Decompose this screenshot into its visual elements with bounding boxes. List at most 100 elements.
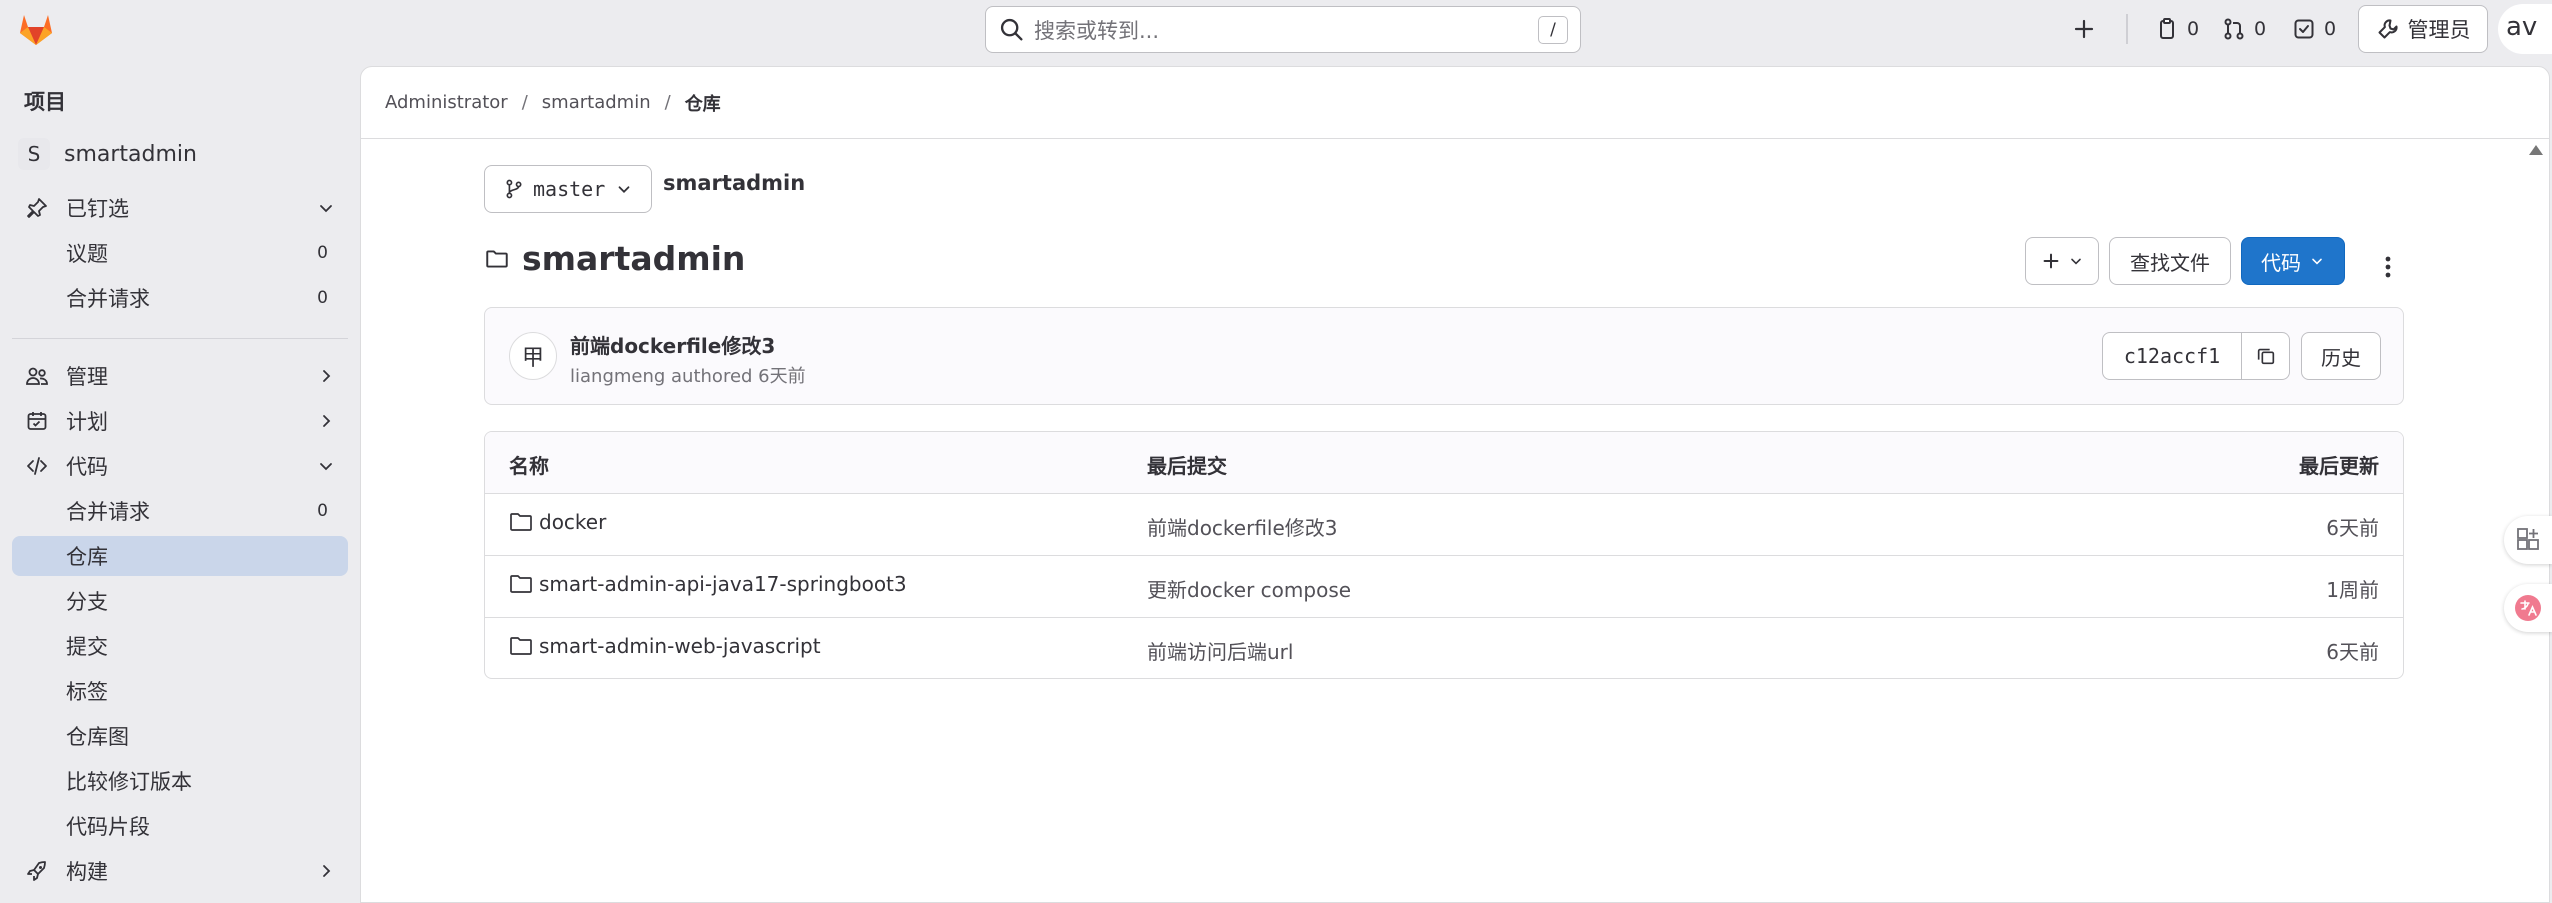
merge-request-icon: [2224, 18, 2244, 40]
commit-author-meta: liangmeng authored 6天前: [570, 366, 806, 387]
sidebar-item-compare-revisions[interactable]: 比较修订版本: [12, 761, 348, 801]
column-header-last-commit: 最后提交: [1147, 454, 1227, 478]
more-actions-button[interactable]: [2371, 247, 2405, 287]
commit-author-avatar[interactable]: 甲: [509, 332, 557, 380]
user-avatar[interactable]: av: [2498, 4, 2552, 54]
table-row: smart-admin-api-java17-springboot3 更新doc…: [485, 556, 2403, 618]
file-tree-header: 名称 最后提交 最后更新: [485, 432, 2403, 494]
admin-area-button[interactable]: 管理员: [2358, 5, 2488, 53]
sidebar-item-plan[interactable]: 计划: [12, 401, 348, 441]
sidebar-item-pinned[interactable]: 已钉选: [12, 188, 348, 228]
sidebar-item-label: 代码片段: [66, 815, 150, 839]
issues-button[interactable]: 0: [2155, 8, 2199, 50]
breadcrumb-item-project[interactable]: smartadmin: [542, 92, 651, 113]
sidebar-item-snippets[interactable]: 代码片段: [12, 806, 348, 846]
file-last-commit-link[interactable]: 更新docker compose: [1147, 574, 1351, 603]
copy-icon: [2257, 348, 2274, 365]
file-name-link[interactable]: smart-admin-web-javascript: [509, 634, 821, 658]
sidebar-item-label: 合并请求: [66, 500, 150, 524]
todos-button[interactable]: 0: [2292, 8, 2336, 50]
sidebar-item-label: 构建: [66, 860, 108, 884]
sidebar-heading: 项目: [24, 90, 66, 114]
breadcrumb-item-current[interactable]: 仓库: [685, 90, 721, 116]
code-dropdown-label: 代码: [2261, 250, 2301, 275]
file-last-update: 1周前: [2326, 578, 2379, 602]
code-dropdown-button[interactable]: 代码: [2241, 237, 2345, 285]
sidebar-item-manage[interactable]: 管理: [12, 356, 348, 396]
sidebar-item-count: 0: [317, 288, 328, 308]
file-last-commit-link[interactable]: 前端dockerfile修改3: [1147, 512, 1338, 541]
scrollbar-up-arrow[interactable]: [2529, 145, 2543, 155]
code-icon: [27, 457, 47, 475]
chevron-down-icon: [2312, 258, 2322, 265]
find-file-button[interactable]: 查找文件: [2109, 237, 2231, 285]
sidebar-item-repository[interactable]: 仓库: [12, 536, 348, 576]
admin-area-label: 管理员: [2407, 18, 2471, 42]
commit-sha-group: c12accf1: [2102, 332, 2290, 380]
todos-count: 0: [2324, 18, 2337, 40]
calendar-icon: [27, 412, 47, 430]
table-row: smart-admin-web-javascript 前端访问后端url 6天前: [485, 618, 2403, 678]
file-last-commit-link[interactable]: 前端访问后端url: [1147, 636, 1293, 665]
merge-requests-button[interactable]: 0: [2222, 8, 2266, 50]
sidebar-item-label: 仓库图: [66, 725, 129, 749]
repo-path-link[interactable]: smartadmin: [663, 171, 805, 195]
page-title-text: smartadmin: [522, 239, 746, 278]
folder-icon: [510, 575, 532, 593]
plus-icon: [2074, 19, 2094, 39]
create-new-button[interactable]: [2072, 8, 2096, 50]
search-input[interactable]: 搜索或转到... /: [985, 6, 1581, 53]
sidebar-item-code[interactable]: 代码: [12, 446, 348, 486]
search-icon: [1000, 18, 1023, 40]
branch-name: master: [533, 177, 606, 201]
sidebar-item-issues[interactable]: 议题 0: [12, 233, 348, 273]
sidebar-project-link[interactable]: S smartadmin: [18, 136, 197, 172]
folder-icon: [486, 249, 508, 268]
copy-sha-button[interactable]: [2242, 332, 2290, 380]
sidebar-item-branches[interactable]: 分支: [12, 581, 348, 621]
history-button[interactable]: 历史: [2301, 332, 2381, 380]
sidebar-item-label: 标签: [66, 680, 108, 704]
sidebar-item-tags[interactable]: 标签: [12, 671, 348, 711]
page-title: smartadmin: [484, 239, 745, 278]
sidebar-item-build[interactable]: 构建: [12, 851, 348, 891]
chevron-down-icon: [2071, 258, 2081, 265]
wrench-icon: [2378, 19, 2398, 39]
sidebar-item-repository-graph[interactable]: 仓库图: [12, 716, 348, 756]
sidebar-item-commits[interactable]: 提交: [12, 626, 348, 666]
file-last-update: 6天前: [2326, 640, 2379, 664]
commit-sha-link[interactable]: c12accf1: [2102, 332, 2242, 380]
add-to-tree-button[interactable]: [2025, 237, 2099, 285]
branch-selector[interactable]: master: [484, 165, 652, 213]
last-commit-panel: 甲 前端dockerfile修改3 liangmeng authored 6天前…: [484, 307, 2404, 405]
issues-count: 0: [2187, 18, 2200, 40]
floating-apps-button[interactable]: [2504, 516, 2552, 564]
project-name: smartadmin: [64, 141, 197, 167]
kebab-menu-icon: [2385, 256, 2391, 278]
branch-icon: [506, 179, 522, 199]
gitlab-logo-icon[interactable]: [16, 9, 56, 49]
search-placeholder: 搜索或转到...: [1034, 18, 1160, 43]
sidebar-item-label: 代码: [66, 455, 108, 479]
chevron-down-icon: [618, 186, 630, 193]
users-icon: [26, 367, 48, 385]
chevron-right-icon: [323, 370, 331, 382]
sidebar-divider: [12, 338, 348, 339]
search-shortcut-key: /: [1538, 15, 1568, 44]
commit-title-link[interactable]: 前端dockerfile修改3: [570, 330, 775, 359]
history-label: 历史: [2321, 345, 2361, 370]
sidebar-item-count: 0: [317, 243, 328, 263]
floating-translate-button[interactable]: [2504, 584, 2552, 632]
translate-icon: [2515, 595, 2541, 621]
sidebar-item-merge-requests[interactable]: 合并请求 0: [12, 491, 348, 531]
sidebar-item-merge-requests-pinned[interactable]: 合并请求 0: [12, 278, 348, 318]
sidebar-item-label: 计划: [66, 410, 108, 434]
folder-icon: [510, 513, 532, 531]
table-row: docker 前端dockerfile修改3 6天前: [485, 494, 2403, 556]
file-name-link[interactable]: docker: [509, 510, 606, 534]
pin-icon: [27, 198, 47, 218]
breadcrumb-item-administrator[interactable]: Administrator: [385, 92, 508, 113]
chevron-down-icon: [320, 205, 332, 213]
commit-author-avatar-alt: 甲: [521, 346, 544, 371]
file-name-link[interactable]: smart-admin-api-java17-springboot3: [509, 572, 907, 596]
